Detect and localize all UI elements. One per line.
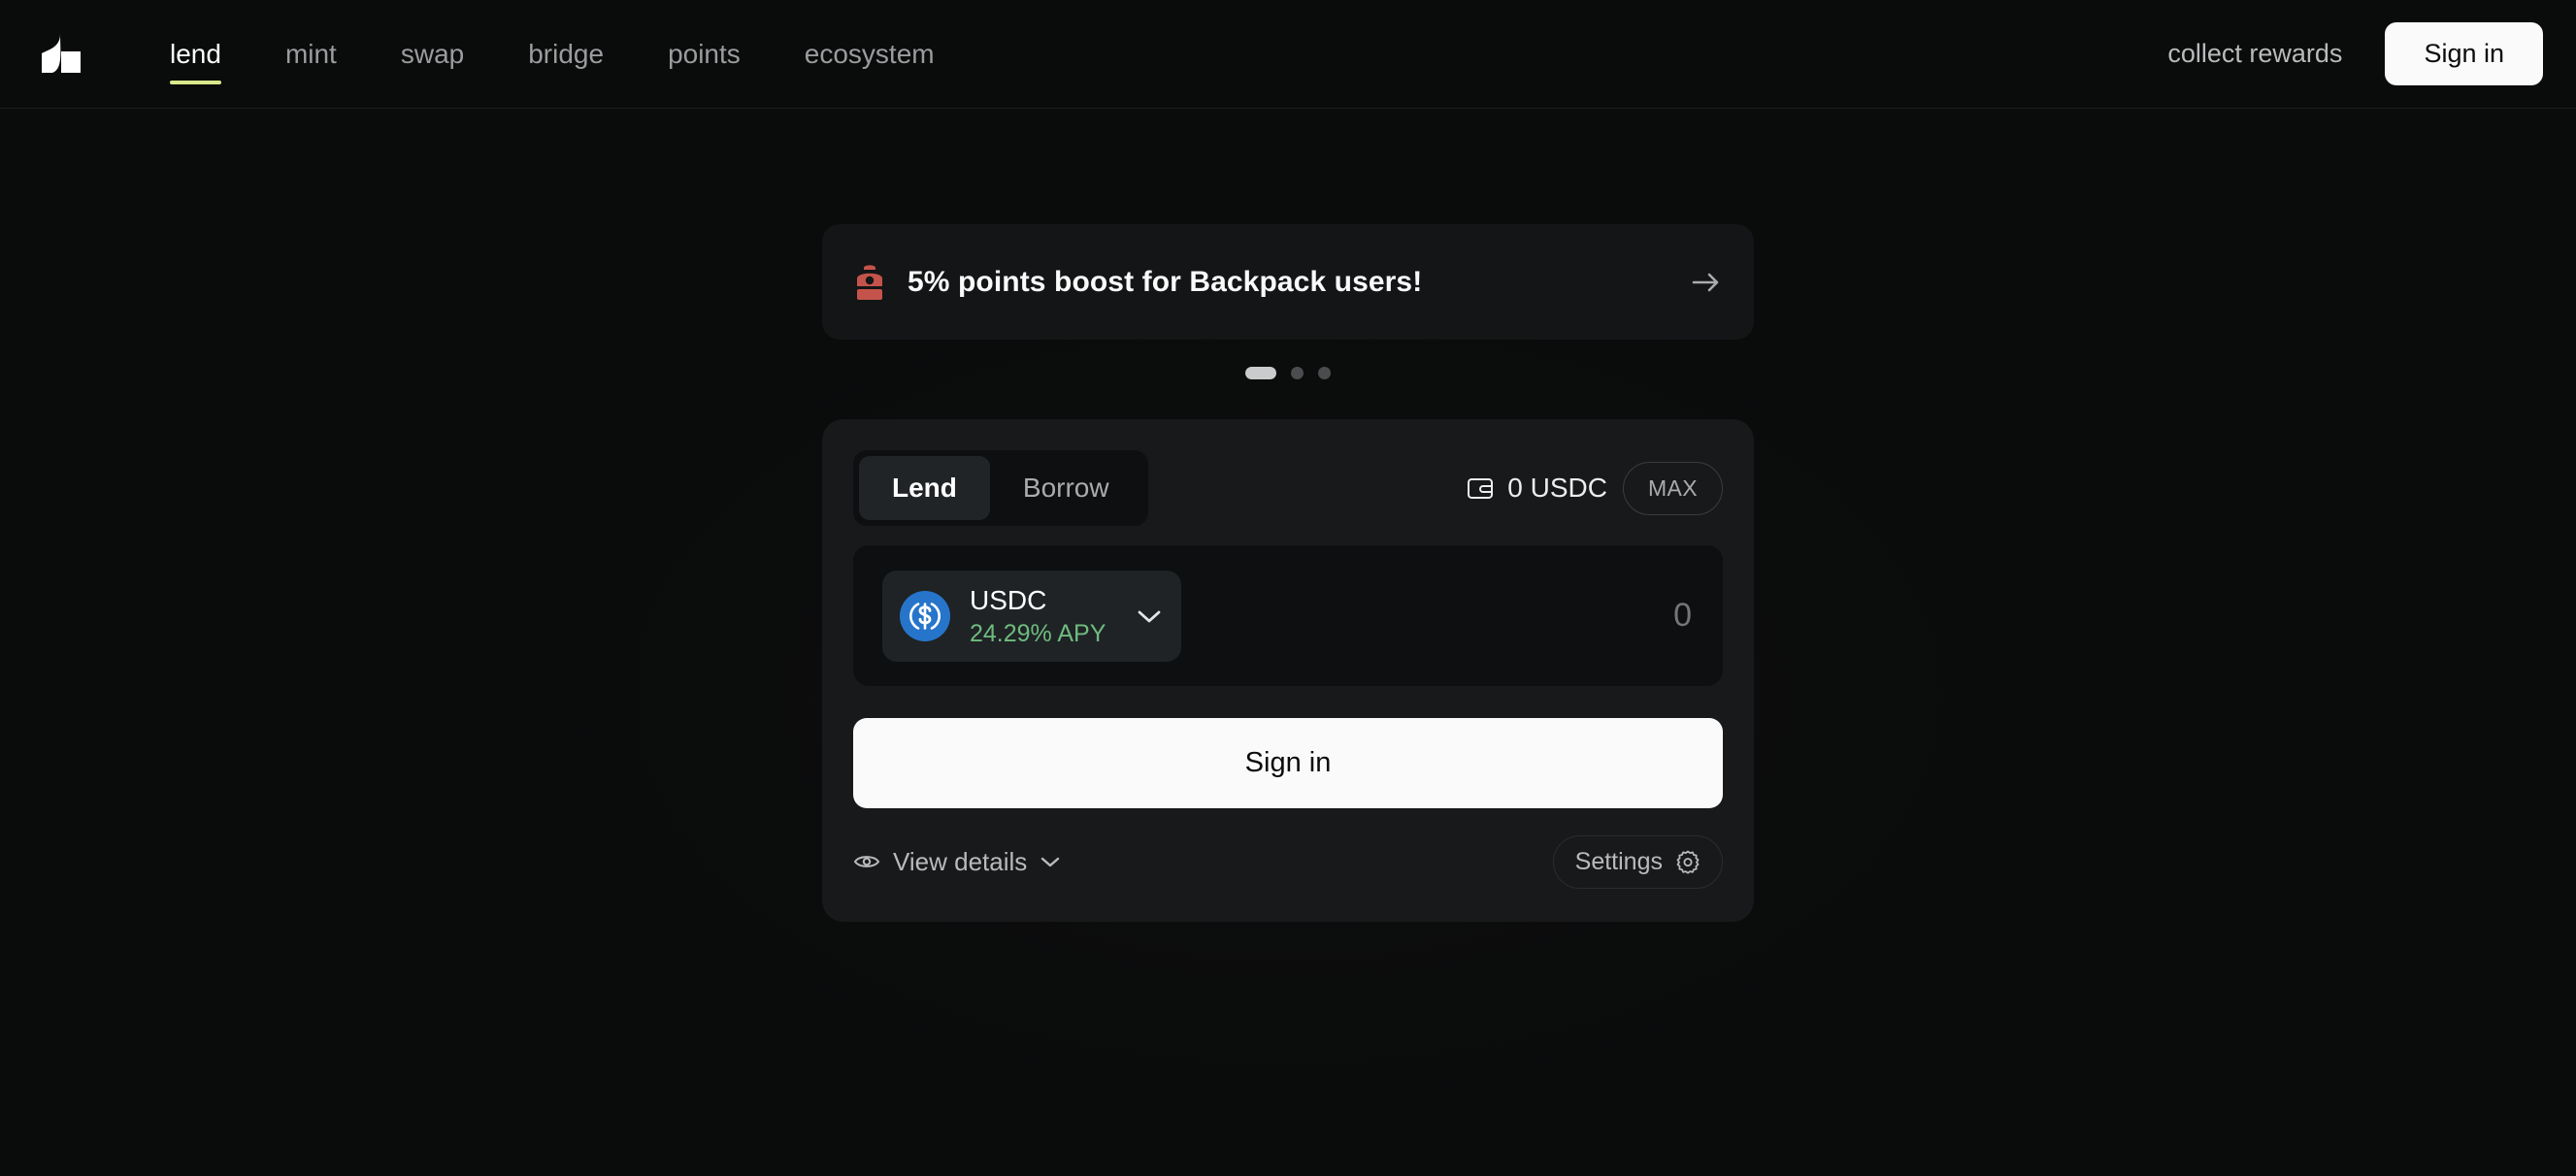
settings-button[interactable]: Settings [1553,835,1723,889]
collect-rewards-link[interactable]: collect rewards [2167,39,2342,69]
nav-item-swap[interactable]: swap [369,35,496,74]
logo[interactable] [29,24,89,84]
header-sign-in-button[interactable]: Sign in [2385,22,2543,85]
tab-label: Borrow [1023,473,1109,504]
wallet-balance: 0 USDC [1467,473,1607,504]
view-details-label: View details [893,847,1027,877]
nav-item-label: lend [170,39,221,69]
lend-card: Lend Borrow 0 USDC MAX [822,419,1754,922]
chevron-down-icon[interactable] [1040,855,1061,868]
backpack-icon [853,262,886,303]
eye-icon [853,852,880,871]
sign-in-cta-button[interactable]: Sign in [853,718,1723,808]
promo-banner-text: 5% points boost for Backpack users! [908,266,1422,299]
amount-input[interactable] [1362,597,1692,635]
chevron-down-icon[interactable] [1137,608,1162,624]
token-selector[interactable]: USDC 24.29% APY [882,571,1181,662]
nav-item-bridge[interactable]: bridge [496,35,636,74]
gear-icon [1675,849,1701,874]
wallet-balance-value: 0 USDC [1507,473,1607,504]
token-symbol: USDC [970,584,1106,617]
lend-borrow-tabs: Lend Borrow [853,450,1148,526]
nav-item-mint[interactable]: mint [253,35,369,74]
tab-lend[interactable]: Lend [859,456,990,520]
nav-item-points[interactable]: points [636,35,773,74]
token-meta: USDC 24.29% APY [970,584,1106,648]
nav-item-label: points [668,39,741,69]
carousel-dot-2[interactable] [1291,367,1304,379]
primary-nav: lend mint swap bridge points ecosystem [138,35,967,74]
card-top-row: Lend Borrow 0 USDC MAX [853,450,1723,526]
nav-item-label: mint [285,39,337,69]
nav-item-label: swap [401,39,464,69]
header-actions: collect rewards Sign in [2167,22,2543,85]
arrow-right-icon[interactable] [1690,268,1723,297]
carousel-dot-3[interactable] [1318,367,1331,379]
max-button[interactable]: MAX [1623,462,1723,515]
settings-label: Settings [1575,848,1663,876]
nav-item-label: ecosystem [805,39,935,69]
tab-borrow[interactable]: Borrow [990,456,1142,520]
balance-group: 0 USDC MAX [1467,462,1723,515]
usdc-icon [900,591,950,641]
page-body: 5% points boost for Backpack users! Lend… [0,109,2576,1176]
wallet-icon [1467,475,1494,501]
tab-label: Lend [892,473,957,504]
promo-banner[interactable]: 5% points boost for Backpack users! [822,224,1754,340]
banner-carousel-dots [1245,366,1331,379]
amount-input-row: USDC 24.29% APY [853,545,1723,686]
nav-item-ecosystem[interactable]: ecosystem [773,35,967,74]
carousel-dot-1[interactable] [1245,367,1276,379]
app-header: lend mint swap bridge points ecosystem c… [0,0,2576,109]
card-footer: View details Settings [853,834,1723,889]
view-details-toggle[interactable]: View details [853,847,1061,877]
logo-mark-icon [31,26,87,82]
nav-item-lend[interactable]: lend [138,35,253,74]
nav-item-label: bridge [528,39,604,69]
token-apy: 24.29% APY [970,619,1106,648]
